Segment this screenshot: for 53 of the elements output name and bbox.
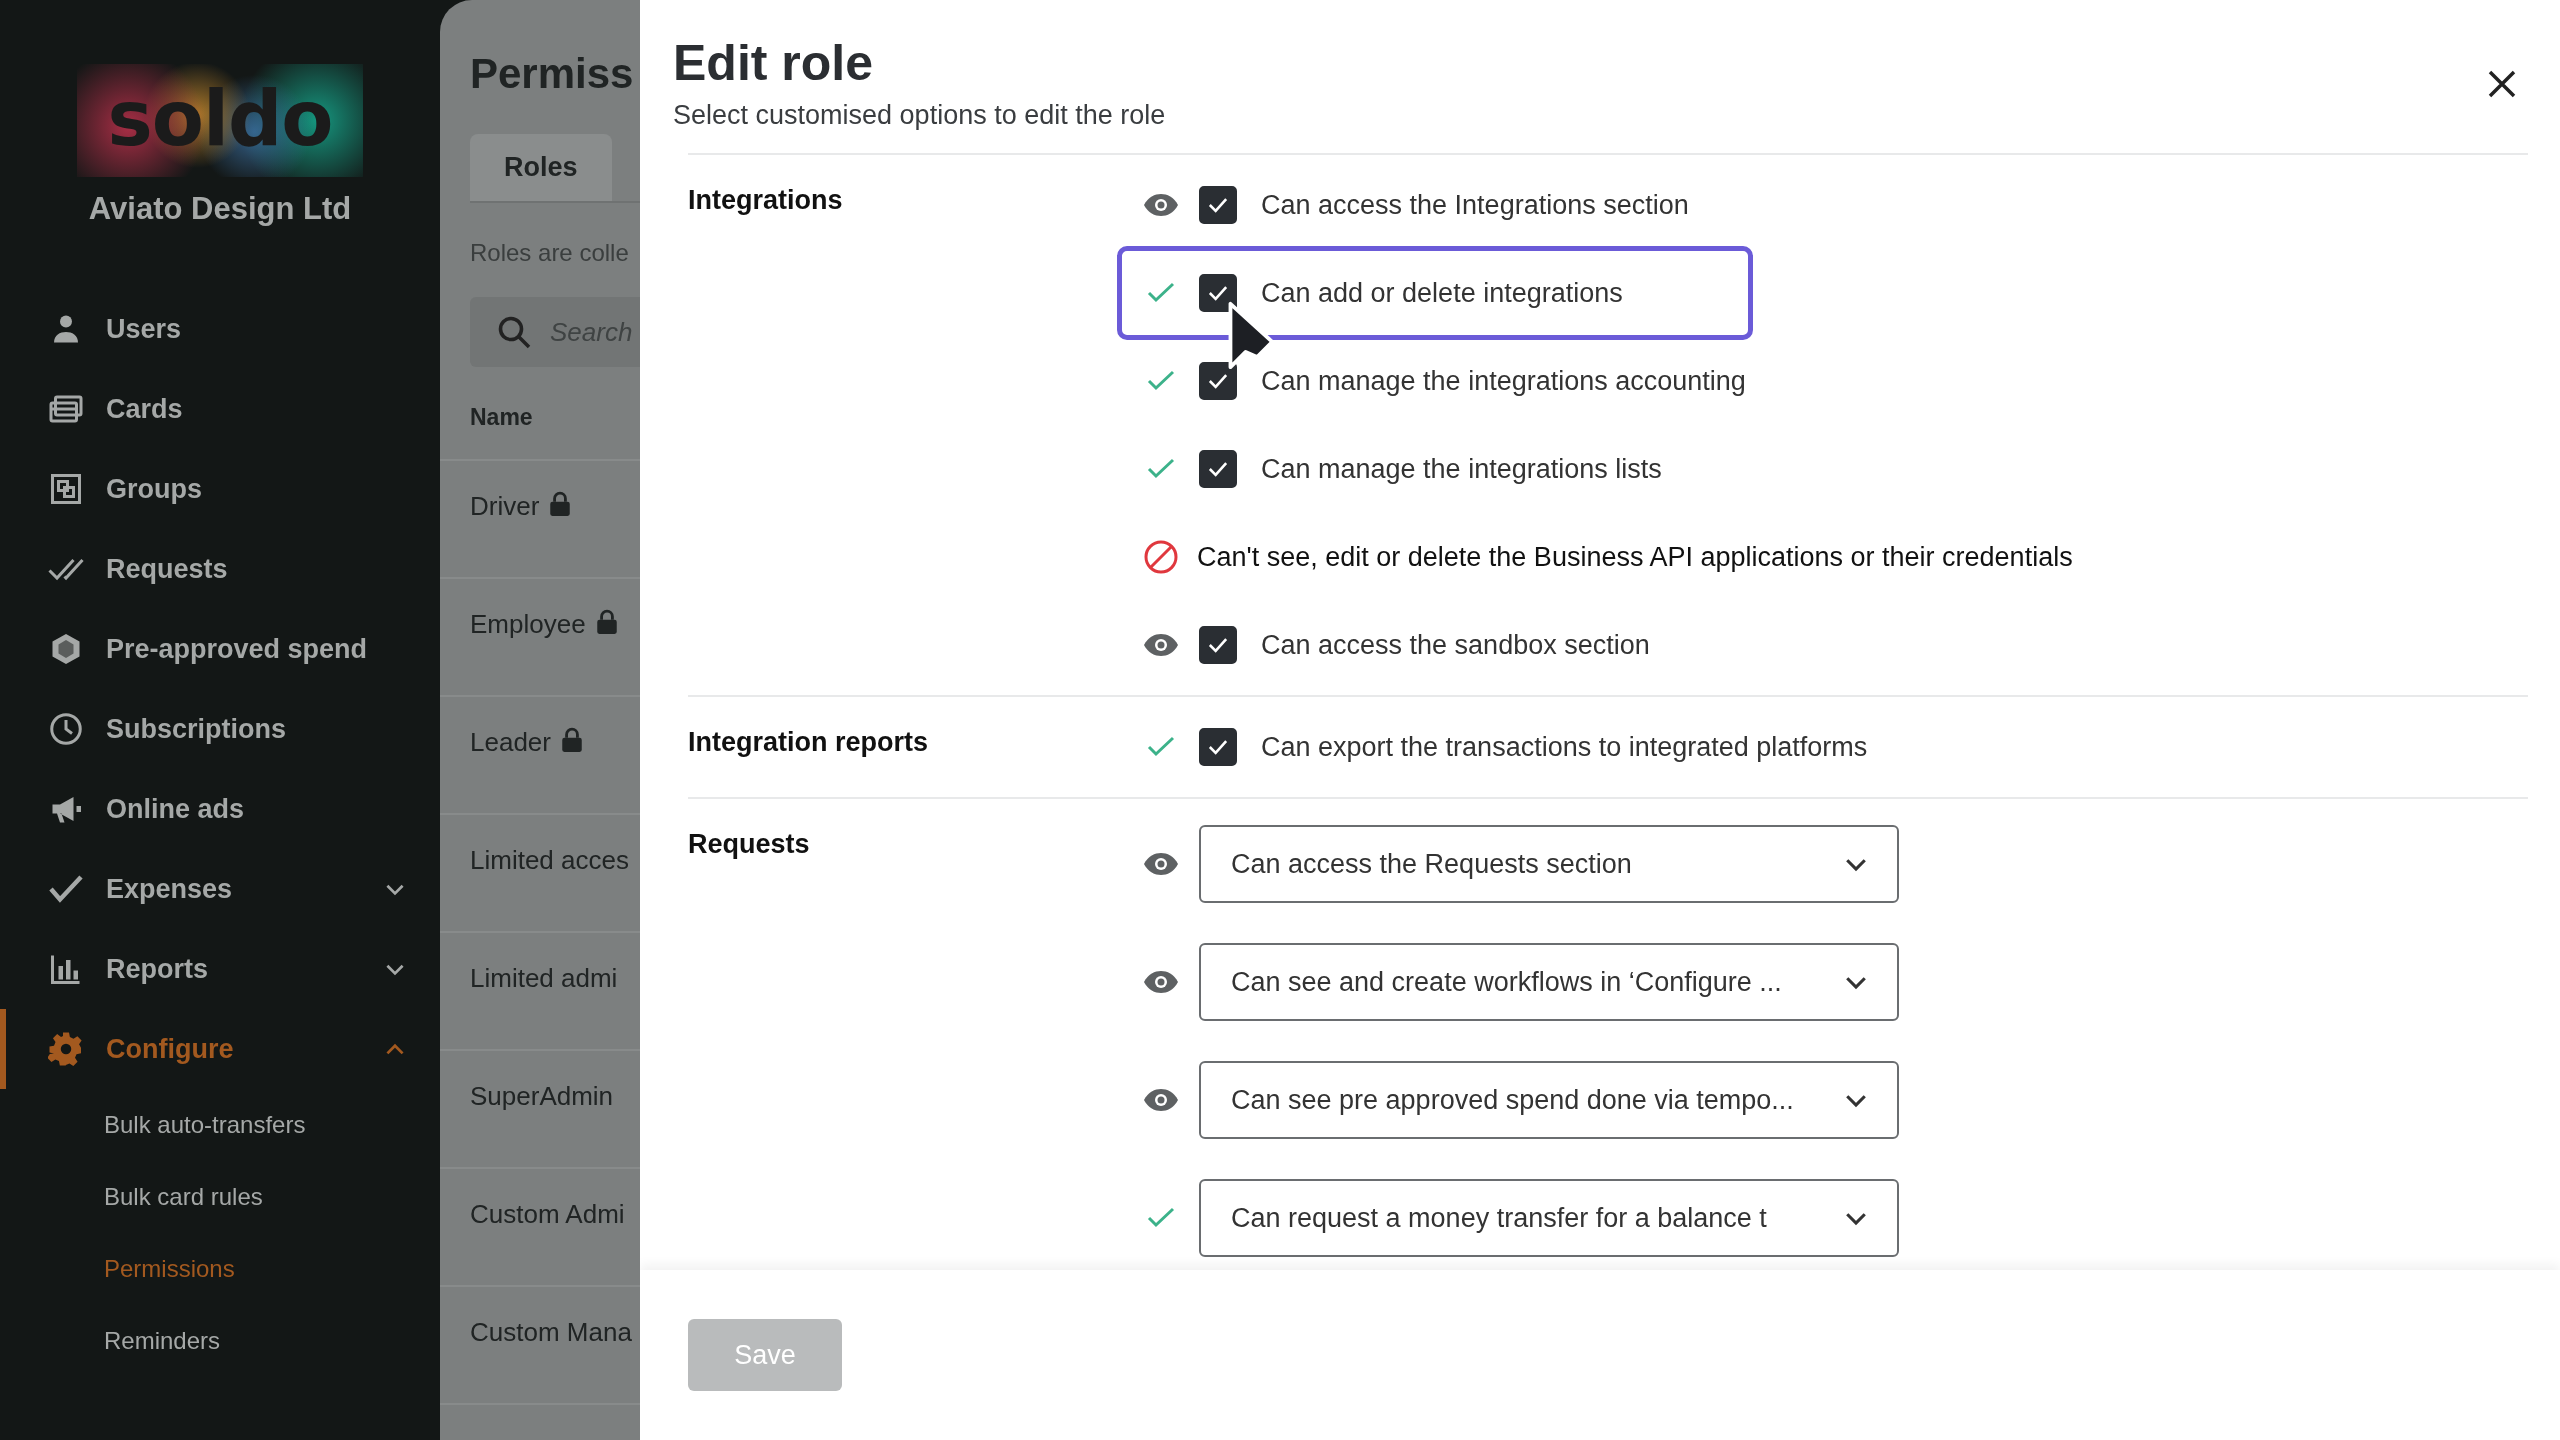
groups-icon: [48, 471, 84, 507]
nav-item[interactable]: Requests: [0, 529, 440, 609]
table-cell: Custom Mana: [470, 1317, 632, 1348]
permission-label: Can add or delete integrations: [1261, 277, 1623, 309]
section-title: Integration reports: [688, 726, 930, 759]
description-text: Roles are colle: [470, 239, 630, 267]
permission-dropdown[interactable]: Can see and create workflows in ‘Configure ...: [1199, 943, 1899, 1021]
nav-subitem[interactable]: Bulk auto-transfers: [0, 1089, 440, 1161]
nav-item[interactable]: Pre-approved spend: [0, 609, 440, 689]
permission-label: Can access the sandbox section: [1261, 629, 1650, 661]
nav-subitem[interactable]: Bulk card rules: [0, 1161, 440, 1233]
nav-item[interactable]: Reports: [0, 929, 440, 1009]
permission-dropdown[interactable]: Can access the Requests section: [1199, 825, 1899, 903]
permission-dropdown[interactable]: Can request a money transfer for a balance t: [1199, 1179, 1899, 1257]
table-cell: Limited admi: [470, 963, 618, 994]
nav-item[interactable]: Users: [0, 289, 440, 369]
permission-label: Can access the Integrations section: [1261, 189, 1689, 221]
nav-item[interactable]: Groups: [0, 449, 440, 529]
checkbox[interactable]: [1199, 362, 1237, 400]
clock-icon: [48, 711, 84, 747]
search-icon: [496, 314, 532, 350]
table-cell: SuperAdmin: [470, 1081, 614, 1112]
section-title: Integrations: [688, 184, 844, 217]
page-title: Permiss: [470, 50, 635, 98]
roles-tab[interactable]: Roles: [470, 134, 612, 201]
column-header: Name: [470, 403, 533, 431]
dialog-subtitle: Select customised options to edit the role: [673, 100, 1166, 131]
dialog-title: Edit role: [673, 34, 874, 92]
checkbox[interactable]: [1199, 186, 1237, 224]
table-cell: Leader: [470, 727, 551, 758]
permission-label: Can manage the integrations accounting: [1261, 365, 1746, 397]
nav-subitem[interactable]: Reminders: [0, 1305, 440, 1377]
section-title: Requests: [688, 828, 811, 861]
nav-item[interactable]: Online ads: [0, 769, 440, 849]
nav-item[interactable]: Expenses: [0, 849, 440, 929]
table-cell: Custom Admi: [470, 1199, 625, 1230]
nav-item[interactable]: Cards: [0, 369, 440, 449]
table-cell: Limited acces: [470, 845, 629, 876]
permission-dropdown[interactable]: Can see pre approved spend done via tempo...: [1199, 1061, 1899, 1139]
nav-item[interactable]: Subscriptions: [0, 689, 440, 769]
checkbox[interactable]: [1199, 274, 1237, 312]
permission-label: Can't see, edit or delete the Business API applications or their credentials: [1197, 541, 2073, 573]
company-name: Aviato Design Ltd: [87, 191, 353, 227]
checkbox[interactable]: [1199, 728, 1237, 766]
close-icon: [2486, 68, 2518, 100]
table-cell: Employee: [470, 609, 586, 640]
checkbox[interactable]: [1199, 626, 1237, 664]
permission-label: Can manage the integrations lists: [1261, 453, 1662, 485]
forbidden-icon: [1143, 539, 1179, 575]
permission-label: Can export the transactions to integrated platforms: [1261, 731, 1868, 763]
checkbox[interactable]: [1199, 450, 1237, 488]
table-cell: Driver: [470, 491, 540, 522]
settings-icon: [48, 1031, 84, 1067]
